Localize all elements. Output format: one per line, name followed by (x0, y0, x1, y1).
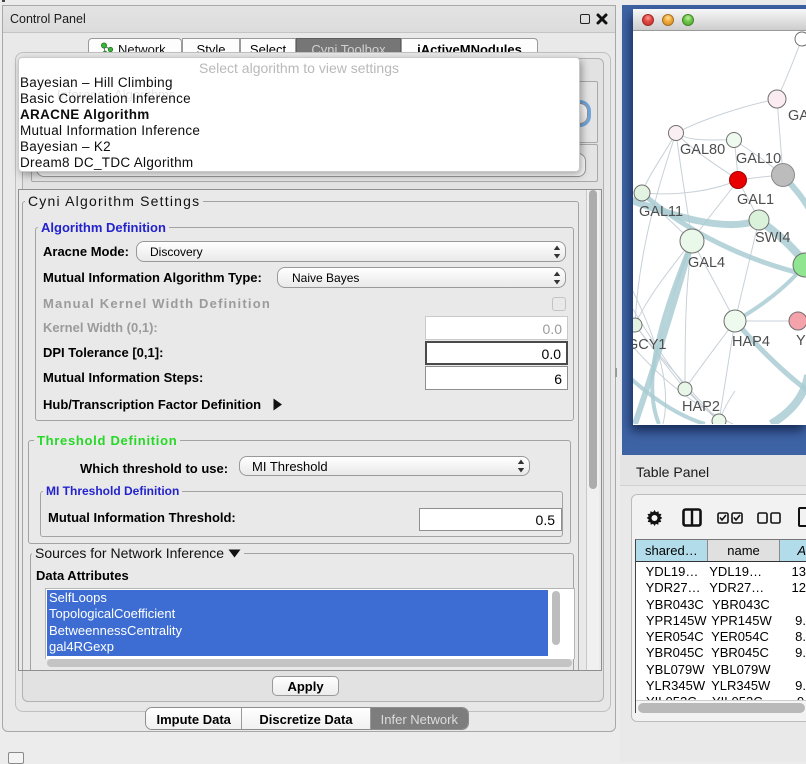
svg-text:HAP4: HAP4 (732, 334, 770, 350)
svg-text:GAL7: GAL7 (788, 108, 806, 124)
svg-text:Y: Y (796, 333, 806, 349)
svg-text:GAL80: GAL80 (680, 142, 725, 158)
svg-text:GAL1: GAL1 (737, 192, 774, 208)
svg-text:GAL4: GAL4 (688, 255, 725, 271)
svg-text:GAL10: GAL10 (736, 151, 781, 167)
svg-text:GCY1: GCY1 (633, 337, 667, 353)
svg-text:HAP2: HAP2 (682, 399, 720, 415)
svg-text:GAL11: GAL11 (639, 204, 683, 220)
svg-text:SWI4: SWI4 (755, 230, 790, 246)
